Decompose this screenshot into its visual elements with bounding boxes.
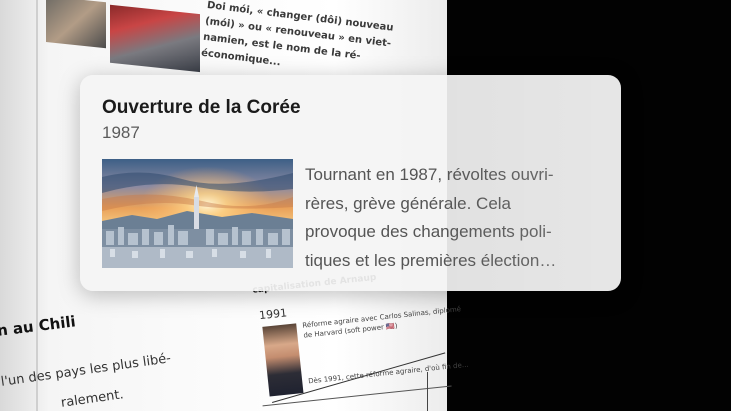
description-line: rères, grève générale. Cela: [305, 193, 512, 213]
street-photo-thumbnail: [46, 0, 106, 49]
event-popup-card[interactable]: Ouverture de la Corée 1987 Tournant en 1…: [80, 75, 621, 291]
description-line: provoque des changements poli-: [305, 222, 552, 241]
body-text-line: ralement.: [60, 387, 125, 411]
page-fold-line: [36, 0, 38, 411]
popup-description: Tournant en 1987, révoltes ouvri- rères,…: [305, 161, 605, 275]
description-line: tiques et les premières élection…: [305, 250, 557, 270]
popup-date: 1987: [102, 123, 140, 142]
timeline-scene: Doi mói, « changer (dôi) nouveau (mói) »…: [0, 0, 731, 411]
skyline-illustration: [102, 159, 293, 268]
description-line: Tournant en 1987, révoltes ouvri-: [305, 165, 554, 184]
seoul-skyline-image[interactable]: [102, 159, 293, 268]
background-paragraph: Doi mói, « changer (dôi) nouveau (mói) »…: [200, 0, 394, 81]
timeline-connector: [427, 372, 428, 411]
page-edge: [0, 0, 48, 411]
top-photo-strip: [46, 0, 206, 83]
event-card-year: 1991: [258, 306, 288, 323]
event-card-text: Dès 1991, cette réforme agraire, d'où fi…: [307, 360, 469, 386]
portrait-photo: [262, 323, 304, 397]
popup-title: Ouverture de la Corée: [102, 97, 301, 118]
train-photo-thumbnail: [110, 4, 200, 73]
